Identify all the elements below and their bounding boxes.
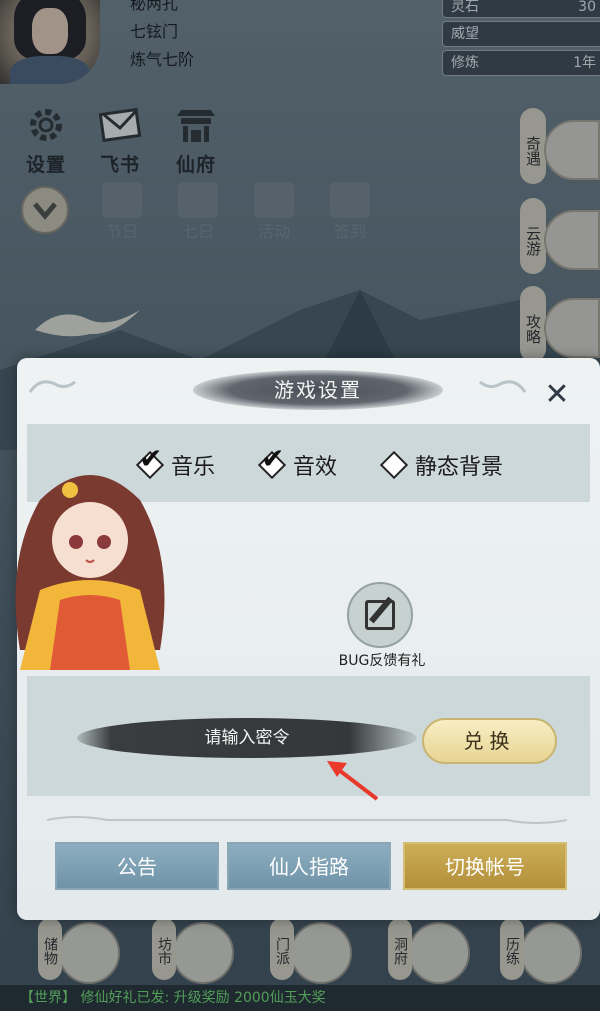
player-info: 秘两孔 七铉门 炼气七阶 bbox=[130, 0, 194, 76]
cloud-ornament-right bbox=[479, 380, 527, 393]
ornament-divider bbox=[47, 816, 567, 824]
stat-cultivation: 修炼 1年 bbox=[442, 50, 600, 76]
mansion-button[interactable]: 仙府 bbox=[168, 104, 224, 177]
collapse-menu-button[interactable] bbox=[21, 186, 69, 234]
close-button[interactable]: ✕ bbox=[541, 380, 573, 412]
checkin-button[interactable]: 签到 bbox=[320, 182, 380, 242]
announcement-button[interactable]: 公告 bbox=[55, 842, 219, 890]
close-icon: ✕ bbox=[544, 377, 570, 412]
settings-button[interactable]: 设置 bbox=[18, 104, 74, 177]
travel-label: 云游 bbox=[520, 198, 546, 274]
secret-code-input[interactable] bbox=[97, 718, 397, 758]
sound-effects-toggle[interactable]: ✔ 音效 bbox=[257, 444, 338, 482]
guide-button[interactable]: 攻略 bbox=[520, 286, 600, 366]
cloud-ornament-left bbox=[28, 380, 76, 393]
gate-icon bbox=[290, 922, 352, 984]
player-realm: 炼气七阶 bbox=[130, 50, 195, 69]
mansion-label: 仙府 bbox=[175, 154, 216, 176]
stat-spirit-stone: 灵石 30 bbox=[442, 0, 600, 18]
tab-market-label: 坊市 bbox=[152, 918, 176, 980]
gold-ingot-icon bbox=[172, 922, 234, 984]
immortal-guide-button[interactable]: 仙人指路 bbox=[227, 842, 391, 890]
tab-sect-label: 门派 bbox=[270, 918, 294, 980]
player-sect: 七铉门 bbox=[130, 22, 179, 41]
tab-cave-label: 洞府 bbox=[388, 918, 412, 980]
festival-event-button[interactable]: 节日 bbox=[92, 182, 152, 242]
book-icon bbox=[544, 298, 600, 358]
pavilion-icon bbox=[177, 110, 215, 142]
gift-icon bbox=[102, 182, 142, 218]
sword-icon bbox=[544, 210, 600, 270]
player-avatar[interactable] bbox=[0, 0, 100, 84]
bug-feedback-button[interactable] bbox=[347, 582, 413, 648]
bag-icon bbox=[58, 922, 120, 984]
qixi-event-button[interactable]: 七日 bbox=[168, 182, 228, 242]
sound-effects-label: 音效 bbox=[293, 455, 338, 480]
envelope-icon bbox=[98, 107, 142, 143]
crossed-swords-icon bbox=[520, 922, 582, 984]
world-chat-strip[interactable]: 【世界】 修仙好礼已发: 升级奖励 2000仙玉大奖 bbox=[0, 985, 600, 1011]
static-background-toggle[interactable]: 静态背景 bbox=[379, 448, 503, 482]
bug-feedback-label: BUG反馈有礼 bbox=[338, 653, 426, 669]
crane-decoration bbox=[35, 310, 140, 337]
modal-title: 游戏设置 bbox=[274, 378, 362, 402]
guide-label: 攻略 bbox=[520, 286, 546, 362]
red-arrow-annotation bbox=[327, 761, 379, 801]
stat-prestige: 威望 bbox=[442, 21, 600, 47]
chevron-down-icon bbox=[33, 202, 57, 220]
static-background-checkbox[interactable] bbox=[379, 450, 409, 480]
activity-button[interactable]: 活动 bbox=[244, 182, 304, 242]
switch-account-button[interactable]: 切换帐号 bbox=[403, 842, 567, 890]
letters-button[interactable]: 飞书 bbox=[92, 104, 148, 177]
redeem-button[interactable]: 兑换 bbox=[422, 718, 557, 764]
stats-panel: 灵石 30 威望 修炼 1年 bbox=[442, 0, 600, 79]
adventure-label: 奇遇 bbox=[520, 108, 546, 184]
sound-effects-checkbox[interactable]: ✔ bbox=[257, 444, 287, 480]
teapot-icon bbox=[544, 120, 600, 180]
adventure-button[interactable]: 奇遇 bbox=[520, 108, 600, 188]
redeem-code-panel: 兑换 bbox=[27, 676, 590, 796]
temple-icon bbox=[408, 922, 470, 984]
lantern-icon bbox=[254, 182, 294, 218]
gear-icon bbox=[30, 109, 62, 141]
tab-storage-label: 储物 bbox=[38, 918, 62, 980]
mascot-character bbox=[15, 475, 165, 670]
edit-icon bbox=[365, 600, 395, 630]
static-background-label: 静态背景 bbox=[415, 455, 504, 480]
player-name: 秘两孔 bbox=[130, 0, 179, 13]
tab-training-label: 历练 bbox=[500, 918, 524, 980]
gift-box-icon bbox=[178, 182, 218, 218]
settings-label: 设置 bbox=[25, 154, 66, 176]
calendar-icon bbox=[330, 182, 370, 218]
letters-label: 飞书 bbox=[99, 154, 140, 176]
checkmark-icon: ✔ bbox=[261, 442, 285, 475]
travel-button[interactable]: 云游 bbox=[520, 198, 600, 278]
